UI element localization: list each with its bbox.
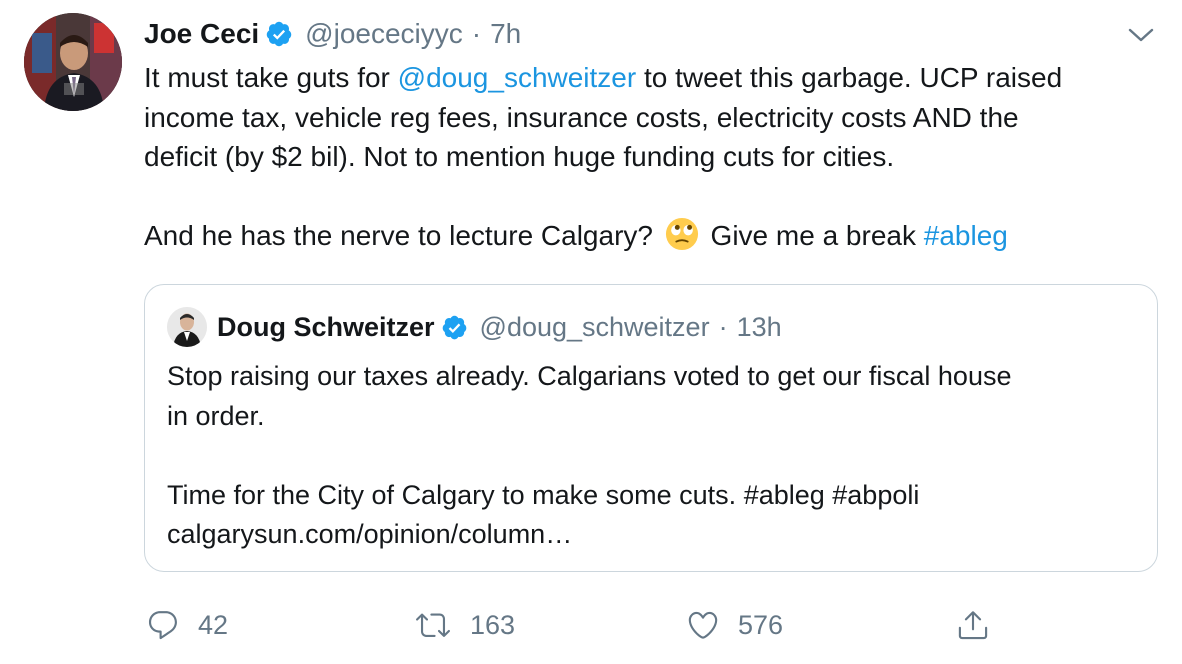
quoted-tweet-text: Stop raising our taxes already. Calgaria…: [167, 357, 1137, 555]
chevron-down-icon[interactable]: [1126, 24, 1156, 46]
quoted-author-avatar: [167, 307, 207, 347]
retweet-count: 163: [470, 609, 516, 640]
quoted-text-line: Time for the City of Calgary to make som…: [167, 479, 920, 510]
separator-dot: ·: [718, 311, 728, 342]
author-avatar[interactable]: [24, 13, 122, 111]
tweet-text-segment: to tweet this garbage. UCP raised: [636, 62, 1063, 93]
author-handle[interactable]: @joececiyyc: [305, 18, 463, 50]
quoted-text-line: in order.: [167, 400, 265, 431]
share-icon: [958, 611, 988, 640]
tweet-text-segment: It must take guts for: [144, 62, 398, 93]
mention-link[interactable]: @doug_schweitzer: [398, 62, 637, 93]
quoted-text-line: Stop raising our taxes already. Calgaria…: [167, 361, 1012, 391]
tweet-actions: 42 163 576: [144, 600, 1158, 650]
quoted-tweet-header: Doug Schweitzer @doug_schweitzer · 13h: [217, 307, 782, 347]
reply-button[interactable]: 42: [146, 600, 228, 650]
tweet[interactable]: Joe Ceci @joececiyyc · 7h It must take g…: [0, 0, 1182, 664]
tweet-text-line: And he has the nerve to lecture Calgary?…: [144, 216, 1164, 256]
tweet-text: It must take guts for @doug_schweitzer t…: [144, 58, 1164, 256]
tweet-text-segment: And he has the nerve to lecture Calgary?: [144, 220, 653, 251]
heart-icon: [688, 611, 718, 639]
quoted-text-line: calgarysun.com/opinion/column…: [167, 519, 573, 549]
tweet-header: Joe Ceci @joececiyyc · 7h: [144, 14, 521, 54]
like-count: 576: [738, 609, 784, 640]
rolling-eyes-emoji-icon: [665, 217, 699, 251]
retweet-button[interactable]: 163: [414, 600, 515, 650]
share-button[interactable]: [956, 600, 990, 650]
reply-icon: [148, 611, 177, 640]
separator-dot: ·: [471, 18, 482, 49]
quoted-tweet-timestamp: 13h: [736, 311, 782, 342]
tweet-text-line: It must take guts for @doug_schweitzer t…: [144, 58, 1164, 98]
quoted-author-name: Doug Schweitzer: [217, 311, 435, 342]
like-button[interactable]: 576: [686, 600, 783, 650]
author-name[interactable]: Joe Ceci: [144, 18, 259, 50]
retweet-icon: [416, 613, 450, 637]
quoted-author-handle: @doug_schweitzer: [479, 311, 710, 342]
verified-badge-icon: [265, 20, 293, 48]
tweet-text-segment: Give me a break: [710, 220, 924, 251]
tweet-text-line: income tax, vehicle reg fees, insurance …: [144, 101, 1019, 133]
hashtag-link[interactable]: #ableg: [924, 220, 1008, 251]
quoted-tweet[interactable]: Doug Schweitzer @doug_schweitzer · 13h S…: [144, 284, 1158, 572]
tweet-timestamp[interactable]: 7h: [490, 18, 521, 50]
reply-count: 42: [198, 609, 229, 640]
verified-badge-icon: [441, 314, 468, 341]
tweet-text-line: deficit (by $2 bil). Not to mention huge…: [144, 141, 895, 172]
